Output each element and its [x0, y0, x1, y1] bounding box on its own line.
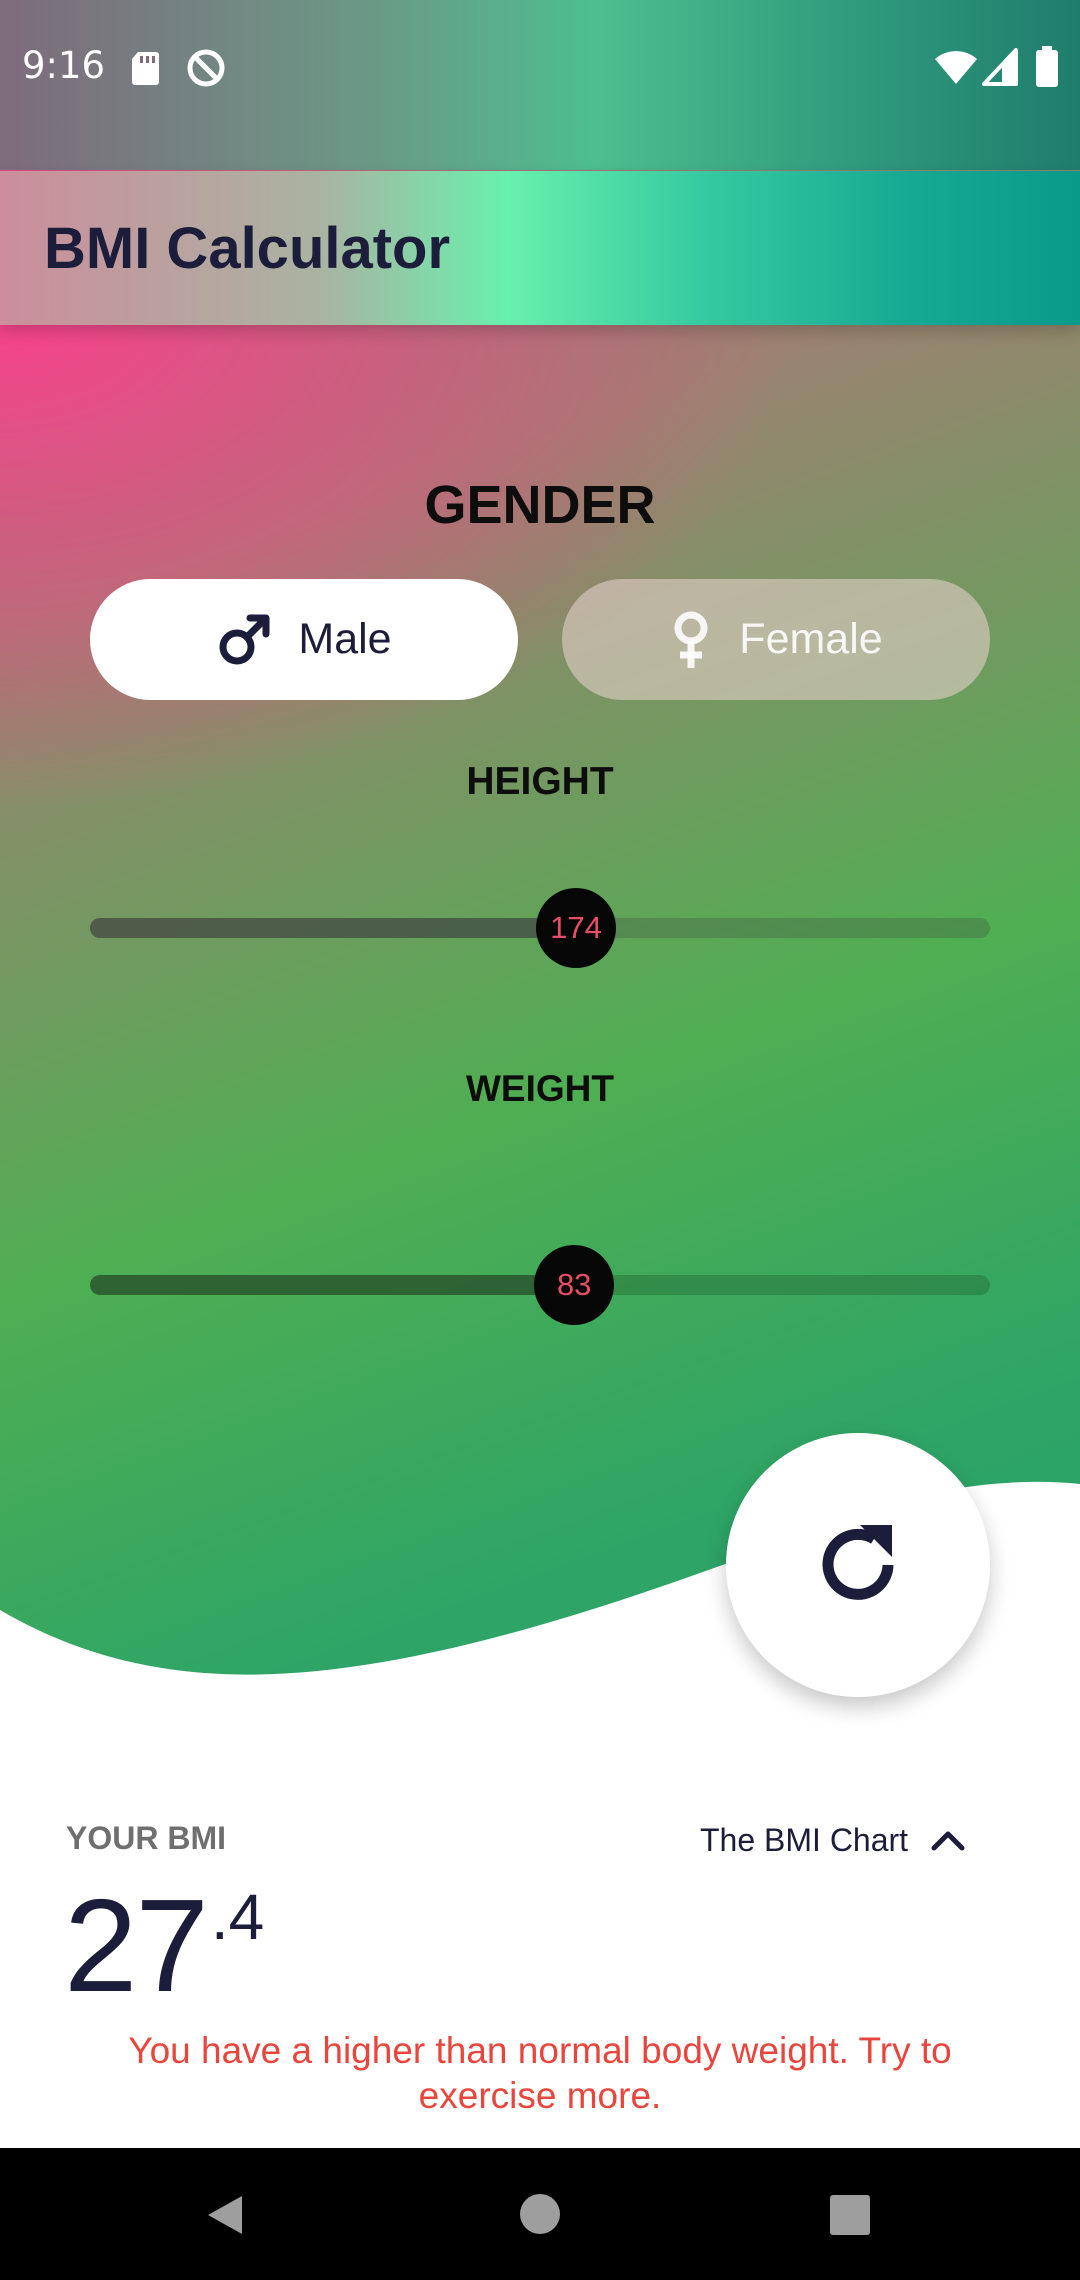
app-bar: BMI Calculator: [0, 171, 1080, 325]
female-label: Female: [739, 615, 883, 663]
refresh-icon: [822, 1525, 894, 1600]
weight-slider-fill: [90, 1275, 575, 1295]
status-bar: 9:16: [0, 0, 1080, 135]
height-slider-thumb[interactable]: 174: [536, 888, 616, 968]
bmi-value-decimal: .4: [210, 1881, 265, 1953]
male-label: Male: [298, 615, 392, 663]
height-slider[interactable]: 174: [90, 883, 990, 973]
bmi-message: You have a higher than normal body weigh…: [128, 2030, 952, 2116]
weight-label: WEIGHT: [466, 1068, 614, 1109]
bmi-value-integer: 27: [64, 1872, 209, 2019]
sd-card-icon: [132, 52, 159, 85]
height-value: 174: [550, 910, 602, 945]
weight-slider-thumb[interactable]: 83: [534, 1245, 615, 1325]
cell-signal-icon: [982, 48, 1018, 86]
reset-button[interactable]: [726, 1433, 990, 1697]
status-time: 9:16: [22, 44, 106, 87]
your-bmi-label: YOUR BMI: [66, 1820, 226, 1856]
female-symbol-icon: [674, 611, 708, 668]
wifi-icon: [935, 51, 977, 84]
home-icon[interactable]: [518, 2192, 562, 2236]
height-slider-fill: [90, 918, 576, 938]
male-symbol-icon: [219, 614, 270, 664]
height-label: HEIGHT: [466, 760, 614, 803]
bmi-value: 27.4: [64, 1870, 264, 2021]
do-not-disturb-icon: [187, 49, 225, 87]
bmi-chart-toggle[interactable]: The BMI Chart: [700, 1815, 1020, 1865]
weight-value: 83: [556, 1267, 592, 1302]
app-title: BMI Calculator: [44, 216, 451, 281]
chevron-up-icon: [931, 1831, 965, 1851]
weight-slider[interactable]: 83: [90, 1240, 990, 1330]
recents-icon[interactable]: [829, 2194, 871, 2236]
navigation-bar: [0, 2148, 1080, 2280]
battery-icon: [1036, 46, 1058, 87]
bmi-chart-label: The BMI Chart: [700, 1821, 909, 1858]
female-button[interactable]: Female: [562, 579, 990, 700]
gender-label: GENDER: [424, 475, 656, 535]
male-button[interactable]: Male: [90, 579, 518, 700]
back-icon[interactable]: [202, 2192, 248, 2238]
